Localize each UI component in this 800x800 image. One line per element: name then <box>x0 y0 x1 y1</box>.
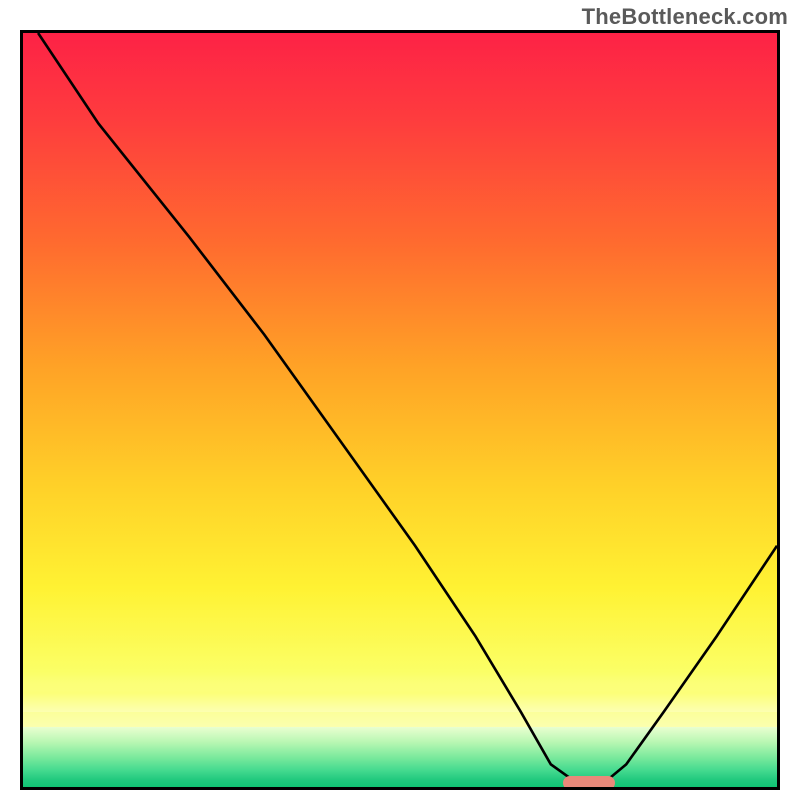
plot-area <box>20 30 780 790</box>
optimum-marker <box>563 776 615 790</box>
bottleneck-curve-svg <box>23 33 777 787</box>
bottleneck-curve-path <box>38 33 777 783</box>
bottleneck-chart: TheBottleneck.com <box>0 0 800 800</box>
attribution-text: TheBottleneck.com <box>582 4 788 30</box>
